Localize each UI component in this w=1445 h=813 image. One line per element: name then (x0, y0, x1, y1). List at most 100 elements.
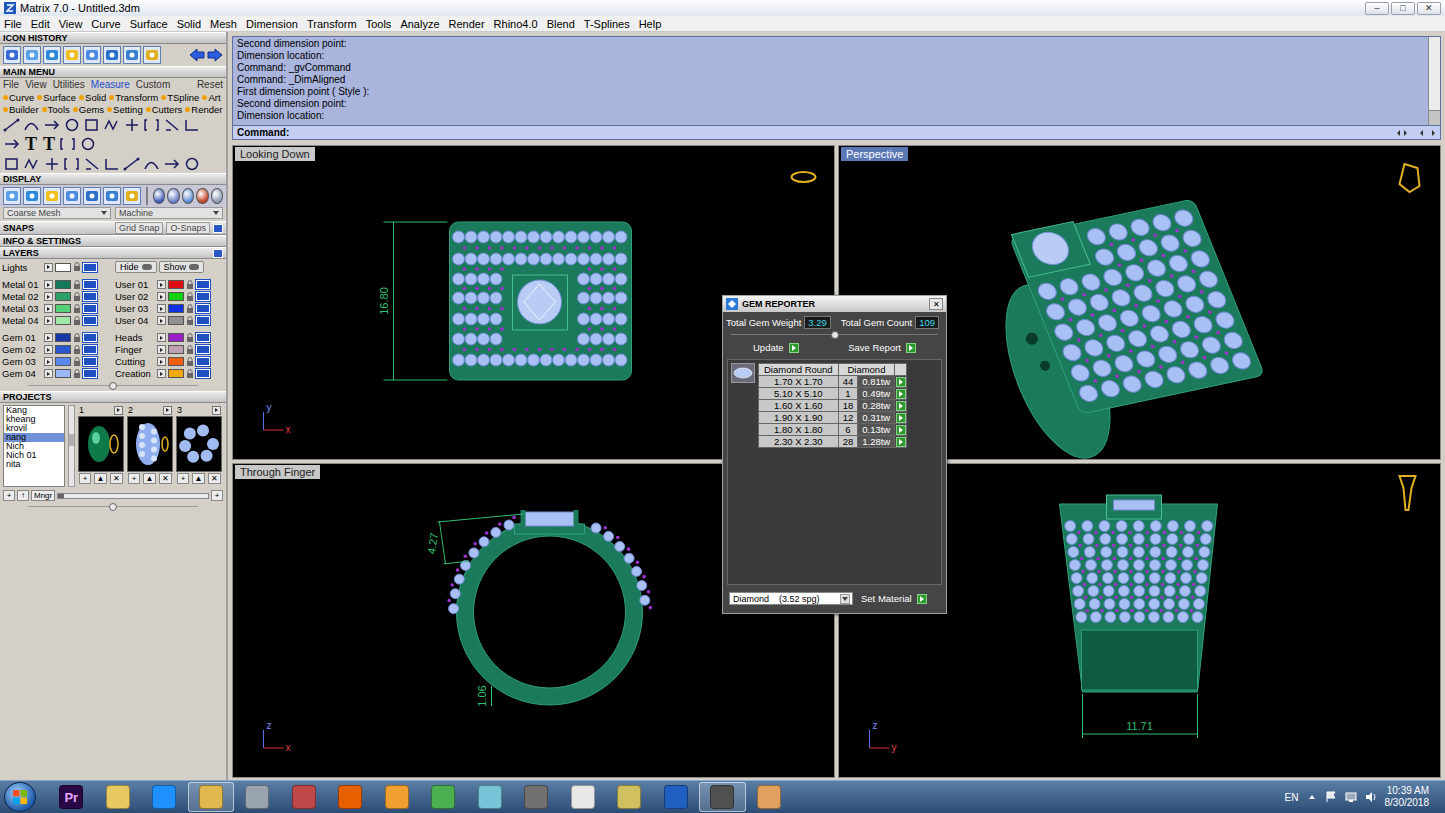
taskbar-app[interactable] (141, 782, 188, 812)
snap-toggle[interactable] (213, 224, 223, 233)
thumbnail-image[interactable] (176, 416, 222, 472)
category-link[interactable]: Transform (109, 92, 158, 103)
layer-visibility-toggle[interactable] (196, 333, 210, 342)
history-tool-icon[interactable] (103, 187, 121, 205)
layer-menu-button[interactable] (157, 280, 166, 289)
layer-row[interactable]: Gem 03 (2, 356, 111, 367)
thumbnail-menu-button[interactable] (163, 406, 172, 415)
lock-icon[interactable] (186, 369, 194, 379)
layer-row[interactable]: Gem 01 (2, 332, 111, 343)
flag-icon[interactable] (1325, 791, 1337, 803)
main-menu-tab[interactable]: Custom (136, 79, 170, 90)
menu-item[interactable]: Transform (307, 18, 357, 30)
thumbnail-button[interactable]: + (79, 473, 91, 484)
viewport-label[interactable]: Through Finger (235, 465, 320, 479)
taskbar-app[interactable] (653, 782, 700, 812)
layer-color-swatch[interactable] (168, 357, 184, 366)
history-tool-icon[interactable] (143, 46, 161, 64)
thumbnail-button[interactable]: ▲ (143, 473, 157, 484)
gem-row-action[interactable] (895, 376, 907, 388)
gem-row[interactable]: 5.10 X 5.1010.49tw (759, 388, 907, 400)
menu-item[interactable]: Edit (31, 18, 50, 30)
menu-item[interactable]: Rhino4.0 (494, 18, 538, 30)
layer-visibility-toggle[interactable] (196, 369, 210, 378)
gem-row-action[interactable] (895, 424, 907, 436)
thumbnail-button[interactable]: + (177, 473, 189, 484)
lock-icon[interactable] (73, 316, 81, 326)
transform-tool-icon[interactable] (63, 156, 81, 172)
menu-item[interactable]: Render (449, 18, 485, 30)
layer-visibility-toggle[interactable] (83, 280, 97, 289)
shading-sphere-icon[interactable] (182, 188, 195, 204)
save-report-button[interactable]: Save Report (848, 342, 916, 353)
layer-color-swatch[interactable] (168, 280, 184, 289)
project-item[interactable]: kheang (4, 415, 64, 424)
forward-arrow-icon[interactable] (207, 48, 223, 62)
section-header[interactable]: ICON HISTORY (0, 32, 226, 44)
layer-menu-button[interactable] (44, 316, 53, 325)
layer-visibility-toggle[interactable] (83, 333, 97, 342)
taskbar-app[interactable] (513, 782, 560, 812)
project-item[interactable]: Kang (4, 406, 64, 415)
history-tool-icon[interactable] (83, 187, 101, 205)
thumbnail-slider[interactable] (57, 493, 209, 499)
menu-item[interactable]: Blend (547, 18, 575, 30)
gem-reporter-window[interactable]: GEM REPORTER✕Total Gem Weight3.29Total G… (722, 295, 947, 614)
layer-menu-button[interactable] (44, 280, 53, 289)
shading-sphere-icon[interactable] (211, 188, 224, 204)
gem-row[interactable]: 2.30 X 2.30281.28tw (759, 436, 907, 448)
back-arrow-icon[interactable] (189, 48, 205, 62)
menu-item[interactable]: Curve (91, 18, 120, 30)
layer-row[interactable]: Gem 04 (2, 368, 111, 379)
category-link[interactable]: Curve (3, 92, 34, 103)
gem-row-action[interactable] (895, 436, 907, 448)
layer-menu-button[interactable] (44, 292, 53, 301)
manager-button[interactable]: Mngr (31, 490, 55, 501)
category-link[interactable]: Builder (3, 104, 39, 115)
lock-icon[interactable] (73, 357, 81, 367)
taskbar-app[interactable] (327, 782, 374, 812)
layer-visibility-toggle[interactable] (83, 345, 97, 354)
transform-tool-icon[interactable] (123, 156, 141, 172)
layer-row[interactable]: User 01 (115, 279, 224, 290)
history-tool-icon[interactable] (23, 46, 41, 64)
lock-icon[interactable] (186, 345, 194, 355)
layer-visibility-toggle[interactable] (196, 316, 210, 325)
project-list-scrollbar[interactable] (68, 405, 75, 487)
layer-visibility-toggle[interactable] (83, 292, 97, 301)
layer-visibility-toggle[interactable] (196, 280, 210, 289)
thumbnail-button[interactable]: ✕ (110, 473, 123, 484)
text-tool-button[interactable]: T (41, 135, 57, 153)
measure-tool-icon[interactable] (83, 117, 101, 133)
layer-color-swatch[interactable] (168, 369, 184, 378)
transform-tool-icon[interactable] (183, 156, 201, 172)
menu-item[interactable]: Solid (177, 18, 201, 30)
layer-row[interactable]: User 04 (115, 315, 224, 326)
lock-icon[interactable] (186, 357, 194, 367)
layer-color-swatch[interactable] (55, 304, 71, 313)
shading-sphere-icon[interactable] (167, 188, 180, 204)
category-link[interactable]: Surface (37, 92, 76, 103)
taskbar-app[interactable] (188, 782, 235, 812)
category-link[interactable]: Cutters (146, 104, 183, 115)
menu-item[interactable]: View (59, 18, 83, 30)
layer-color-swatch[interactable] (55, 292, 71, 301)
layer-row[interactable]: Creation (115, 368, 224, 379)
menu-item[interactable]: Tools (366, 18, 392, 30)
hide-button[interactable]: Hide (115, 261, 157, 273)
section-header[interactable]: SNAPSGrid SnapO-Snaps (0, 221, 226, 235)
lock-icon[interactable] (73, 369, 81, 379)
taskbar-app[interactable] (374, 782, 421, 812)
layer-menu-button[interactable] (44, 263, 53, 272)
main-menu-tab[interactable]: Utilities (53, 79, 85, 90)
layer-row[interactable]: Gem 02 (2, 344, 111, 355)
layer-menu-button[interactable] (44, 333, 53, 342)
layer-row[interactable]: Metal 04 (2, 315, 111, 326)
thumbnail-image[interactable] (127, 416, 173, 472)
layer-row[interactable]: Metal 03 (2, 303, 111, 314)
shading-sphere-icon[interactable] (196, 188, 209, 204)
layer-color-swatch[interactable] (55, 263, 71, 272)
layer-menu-button[interactable] (44, 357, 53, 366)
layer-menu-button[interactable] (157, 333, 166, 342)
lock-icon[interactable] (186, 316, 194, 326)
